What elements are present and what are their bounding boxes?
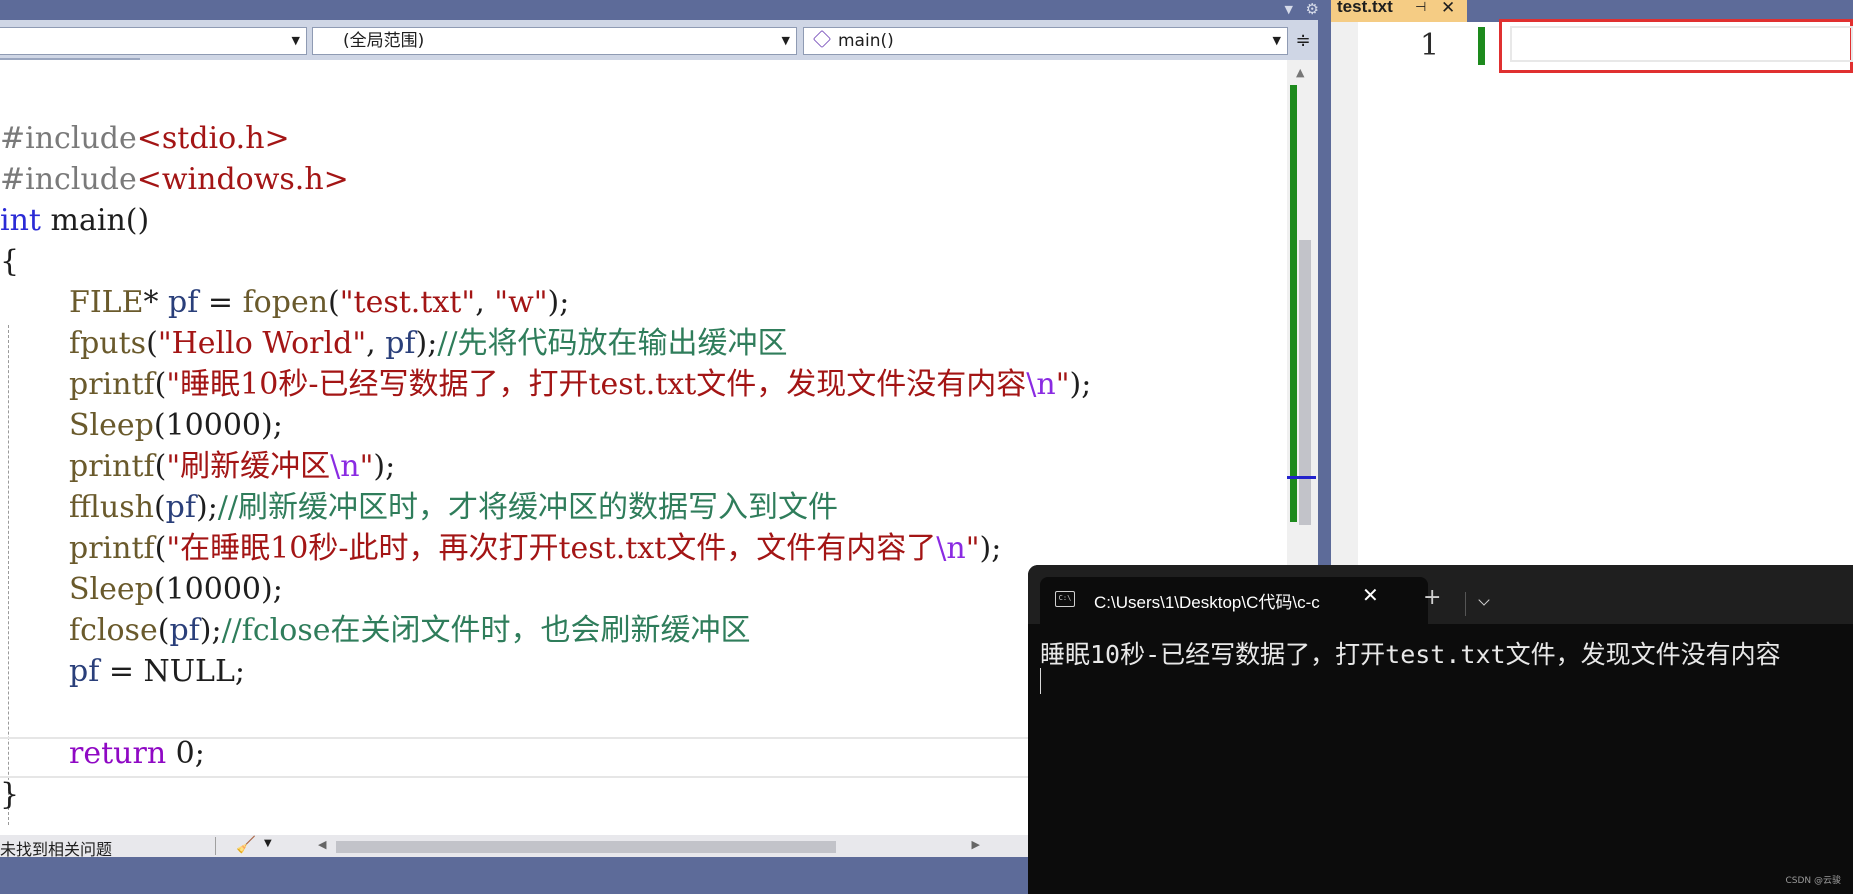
document-line-number: 1 [1420,28,1440,63]
terminal-cursor [1040,668,1041,694]
close-icon[interactable]: ✕ [1441,0,1455,18]
member-combo[interactable]: main() ▼ [803,27,1288,55]
code-line-17: } [0,777,20,812]
code-line-6: fputs("Hello World", pf);//先将代码放在输出缓冲区 [69,326,788,361]
code-line-3: int main() [0,203,150,238]
chevron-down-icon[interactable]: ▼ [1273,28,1281,54]
change-tracking-bar [1290,85,1297,522]
scope-combo-value: (全局范围) [343,31,425,51]
code-line-8: Sleep(10000); [69,408,283,443]
project-combo[interactable]: ▼ [0,27,307,55]
chevron-down-icon[interactable]: ▼ [292,28,300,54]
code-line-4: { [0,244,20,279]
code-line-16: return 0; [69,736,205,771]
current-line-highlight-bottom [0,776,1030,778]
pin-icon[interactable]: ⊣ [1415,0,1426,15]
terminal-app-icon: C:\ [1055,591,1075,607]
horizontal-scrollbar[interactable]: ◀ ▶ [318,838,980,853]
document-change-bar [1478,27,1485,65]
terminal-tab-bar: C:\ C:\Users\1\Desktop\C代码\c-c ✕ + [1028,565,1853,624]
watermark: CSDN @云骏 [1785,876,1841,886]
status-separator [215,837,216,855]
code-line-7: printf("睡眠10秒-已经写数据了，打开test.txt文件，发现文件没有… [69,367,1092,402]
code-line-12: Sleep(10000); [69,572,283,607]
code-line-9: printf("刷新缓冲区\n"); [69,449,396,484]
indent-guide [8,325,9,825]
tab-separator [1465,592,1466,616]
new-tab-plus-icon[interactable]: + [1423,585,1441,610]
member-combo-value: main() [838,31,894,51]
code-line-10: fflush(pf);//刷新缓冲区时，才将缓冲区的数据写入到文件 [69,490,839,525]
code-line-2: #include<windows.h> [0,162,349,197]
horizontal-scrollbar-thumb[interactable] [336,841,836,853]
document-tab-title: test.txt [1337,0,1393,16]
scrollbar-thumb[interactable] [1299,240,1311,525]
code-line-1: #include<stdio.h> [0,121,290,156]
terminal-tab[interactable]: C:\ C:\Users\1\Desktop\C代码\c-c ✕ [1040,577,1428,624]
terminal-window[interactable]: C:\ C:\Users\1\Desktop\C代码\c-c ✕ + 睡眠10秒… [1028,565,1853,894]
code-line-13: fclose(pf);//fclose在关闭文件时，也会刷新缓冲区 [69,613,751,648]
document-tab[interactable]: test.txt ⊣ ✕ [1331,0,1467,22]
code-line-11: printf("在睡眠10秒-此时，再次打开test.txt文件，文件有内容了\… [69,531,1002,566]
split-window-icon[interactable]: ≑ [1292,27,1314,55]
code-line-5: FILE* pf = fopen("test.txt", "w"); [69,285,570,320]
close-icon[interactable]: ✕ [1362,583,1379,607]
terminal-tab-title: C:\Users\1\Desktop\C代码\c-c [1094,593,1320,612]
chevron-down-icon[interactable]: ▼ [782,28,790,54]
caret-position-marker [1287,476,1316,479]
ide-bottom-strip [0,857,1035,894]
code-line-14: pf = NULL; [69,654,246,689]
scroll-left-icon[interactable]: ◀ [318,838,326,851]
scroll-up-icon[interactable]: ▲ [1296,66,1304,79]
navigation-bar: ▼ (全局范围) ▼ main() ▼ [0,20,1318,60]
editor-top-strip: ▼ ⚙ [0,0,1331,20]
settings-gear-icon[interactable]: ⚙ [1306,0,1319,18]
method-cube-icon [812,29,832,49]
chevron-down-icon[interactable]: ▼ [264,838,272,849]
dropdown-arrow-icon[interactable]: ▼ [1285,3,1293,16]
scroll-right-icon[interactable]: ▶ [972,838,980,851]
terminal-output-line: 睡眠10秒-已经写数据了，打开test.txt文件，发现文件没有内容 [1040,640,1781,669]
scope-combo[interactable]: (全局范围) ▼ [312,27,797,55]
document-line-1-content[interactable] [1510,26,1853,62]
broom-icon[interactable]: 🧹 [236,835,256,854]
chevron-down-icon[interactable] [1470,591,1500,615]
